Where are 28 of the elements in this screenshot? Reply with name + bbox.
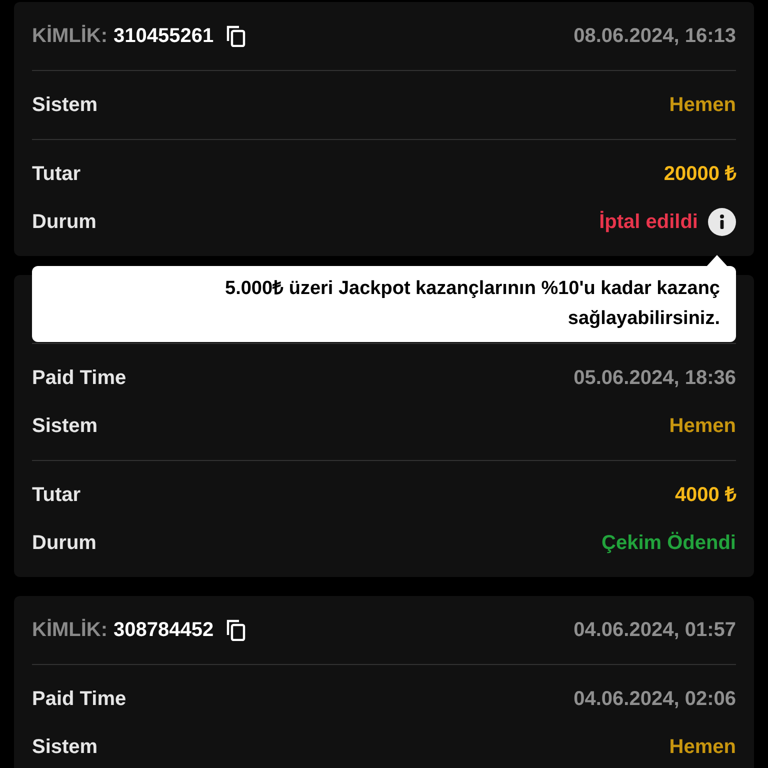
row-value: Hemen: [669, 735, 736, 760]
row-label: Paid Time: [32, 366, 126, 391]
status-text: Çekim Ödendi: [602, 530, 736, 556]
row-label: Paid Time: [32, 687, 126, 712]
row-label: Durum: [32, 531, 96, 556]
date-text: 08.06.2024, 16:13: [574, 24, 736, 49]
row-value: Hemen: [669, 93, 736, 118]
id-label: KİMLİK:: [32, 618, 108, 643]
tooltip: 5.000₺ üzeri Jackpot kazançlarının %10'u kadar kazanç sağlayabilirsiniz.: [32, 266, 736, 342]
date-text: 04.06.2024, 01:57: [574, 618, 736, 643]
row-label: Durum: [32, 210, 96, 235]
id-number: 310455261: [114, 24, 214, 49]
row-label: Tutar: [32, 483, 81, 508]
row-value: 20000 ₺: [664, 162, 736, 187]
info-icon[interactable]: [708, 208, 736, 236]
row-value: 05.06.2024, 18:36: [574, 366, 736, 391]
row-value: 04.06.2024, 02:06: [574, 687, 736, 712]
row-value: 4000 ₺: [674, 483, 736, 508]
copy-icon[interactable]: [226, 25, 246, 47]
row-label: Tutar: [32, 162, 81, 187]
row-label: Sistem: [32, 735, 98, 760]
copy-icon[interactable]: [226, 619, 246, 641]
id-label: KİMLİK:: [32, 24, 108, 49]
row-label: Sistem: [32, 414, 98, 439]
row-value: Hemen: [669, 414, 736, 439]
status-text: İptal edildi: [599, 210, 698, 235]
id-number: 308784452: [114, 618, 214, 643]
row-label: Sistem: [32, 93, 98, 118]
